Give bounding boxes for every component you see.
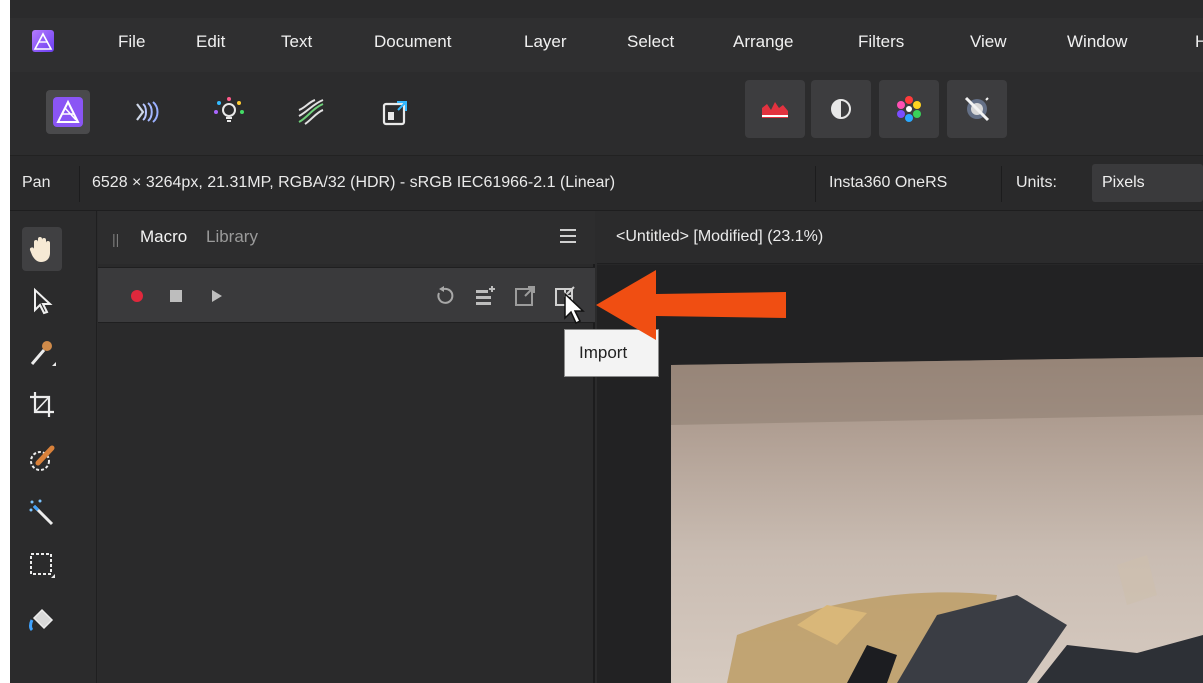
menu-bar: File Edit Text Document Layer Select Arr… bbox=[10, 18, 1203, 72]
units-value: Pixels bbox=[1102, 174, 1145, 191]
separator bbox=[79, 166, 80, 202]
flood-select-tool-button[interactable] bbox=[22, 491, 62, 535]
tone-mapping-persona-icon bbox=[298, 99, 324, 125]
studio-toggle-group bbox=[745, 80, 1013, 138]
hand-icon bbox=[29, 237, 50, 262]
view-tool-button[interactable] bbox=[22, 227, 62, 271]
rectangular-marquee-icon bbox=[30, 553, 55, 578]
export-persona-icon bbox=[382, 101, 407, 126]
photo-persona-button[interactable] bbox=[46, 90, 90, 134]
mouse-cursor-icon bbox=[564, 292, 585, 325]
navigator-studio-button[interactable] bbox=[947, 80, 1007, 138]
liquify-persona-icon bbox=[136, 101, 159, 123]
adjustments-studio-button[interactable] bbox=[811, 80, 871, 138]
macro-toolbar bbox=[98, 267, 595, 323]
tone-mapping-persona-button[interactable] bbox=[289, 90, 333, 134]
panel-tab-bar: || Macro Library bbox=[98, 211, 595, 264]
menu-document[interactable]: Document bbox=[374, 32, 451, 52]
menu-help[interactable]: H bbox=[1195, 32, 1203, 52]
tab-library[interactable]: Library bbox=[206, 227, 258, 247]
record-icon bbox=[131, 290, 143, 302]
document-title: <Untitled> [Modified] (23.1%) bbox=[616, 228, 824, 245]
context-toolbar: Pan 6528 × 3264px, 21.31MP, RGBA/32 (HDR… bbox=[10, 155, 1203, 211]
macro-panel: || Macro Library bbox=[98, 211, 595, 683]
color-picker-tool-button[interactable] bbox=[22, 331, 62, 375]
menu-filters[interactable]: Filters bbox=[858, 32, 904, 52]
marquee-tool-button[interactable] bbox=[22, 543, 62, 587]
current-tool-label: Pan bbox=[22, 174, 51, 191]
document-info: 6528 × 3264px, 21.31MP, RGBA/32 (HDR) - … bbox=[92, 174, 616, 191]
document-tab[interactable]: <Untitled> [Modified] (23.1%) bbox=[597, 211, 1203, 264]
camera-info: Insta360 OneRS bbox=[829, 174, 948, 191]
menu-file[interactable]: File bbox=[118, 32, 145, 52]
develop-persona-icon bbox=[214, 97, 244, 122]
crop-tool-button[interactable] bbox=[22, 383, 62, 427]
units-dropdown[interactable]: Pixels bbox=[1092, 164, 1203, 202]
histogram-studio-button[interactable] bbox=[745, 80, 805, 138]
stop-icon bbox=[170, 290, 182, 302]
menu-layer[interactable]: Layer bbox=[524, 32, 567, 52]
menu-text[interactable]: Text bbox=[281, 32, 312, 52]
undo-icon bbox=[437, 286, 454, 304]
liquify-persona-button[interactable] bbox=[125, 90, 169, 134]
menu-edit[interactable]: Edit bbox=[196, 32, 225, 52]
panel-grip-icon[interactable]: || bbox=[112, 231, 119, 247]
move-pointer-icon bbox=[34, 287, 53, 315]
add-to-library-icon bbox=[476, 286, 495, 305]
tab-macro[interactable]: Macro bbox=[140, 227, 187, 247]
tooltip-text: Import bbox=[579, 343, 628, 362]
stop-button[interactable] bbox=[164, 284, 188, 308]
selection-brush-tool-button[interactable] bbox=[22, 437, 62, 481]
play-icon bbox=[212, 290, 222, 302]
magic-wand-icon bbox=[29, 499, 54, 526]
persona-toolbar bbox=[10, 72, 1203, 155]
export-macro-button[interactable] bbox=[513, 284, 537, 308]
tools-panel bbox=[10, 211, 97, 683]
photo-persona-icon bbox=[53, 97, 83, 127]
menu-view[interactable]: View bbox=[970, 32, 1007, 52]
units-label: Units: bbox=[1016, 174, 1057, 191]
play-button[interactable] bbox=[204, 284, 228, 308]
crop-icon bbox=[30, 392, 54, 417]
fill-tool-button[interactable] bbox=[22, 597, 62, 641]
histogram-icon bbox=[762, 102, 788, 118]
clear-button[interactable] bbox=[432, 284, 456, 308]
color-wheel-icon bbox=[897, 96, 921, 122]
annotation-arrow-icon bbox=[596, 270, 786, 340]
separator bbox=[815, 166, 816, 202]
export-persona-button[interactable] bbox=[373, 90, 417, 134]
fill-bucket-icon bbox=[29, 608, 54, 632]
move-tool-button[interactable] bbox=[22, 279, 62, 323]
navigator-icon bbox=[964, 96, 990, 122]
app-logo-icon[interactable] bbox=[32, 30, 54, 52]
record-button[interactable] bbox=[125, 284, 149, 308]
color-studio-button[interactable] bbox=[879, 80, 939, 138]
add-to-library-button[interactable] bbox=[473, 284, 497, 308]
menu-window[interactable]: Window bbox=[1067, 32, 1127, 52]
menu-arrange[interactable]: Arrange bbox=[733, 32, 793, 52]
panel-menu-icon[interactable] bbox=[560, 229, 576, 243]
selection-brush-icon bbox=[30, 445, 55, 471]
color-picker-icon bbox=[30, 341, 56, 366]
affinity-photo-window: File Edit Text Document Layer Select Arr… bbox=[10, 0, 1203, 683]
develop-persona-button[interactable] bbox=[207, 90, 251, 134]
contrast-icon bbox=[831, 99, 851, 119]
menu-select[interactable]: Select bbox=[627, 32, 674, 52]
separator bbox=[1001, 166, 1002, 202]
export-icon bbox=[515, 286, 535, 306]
